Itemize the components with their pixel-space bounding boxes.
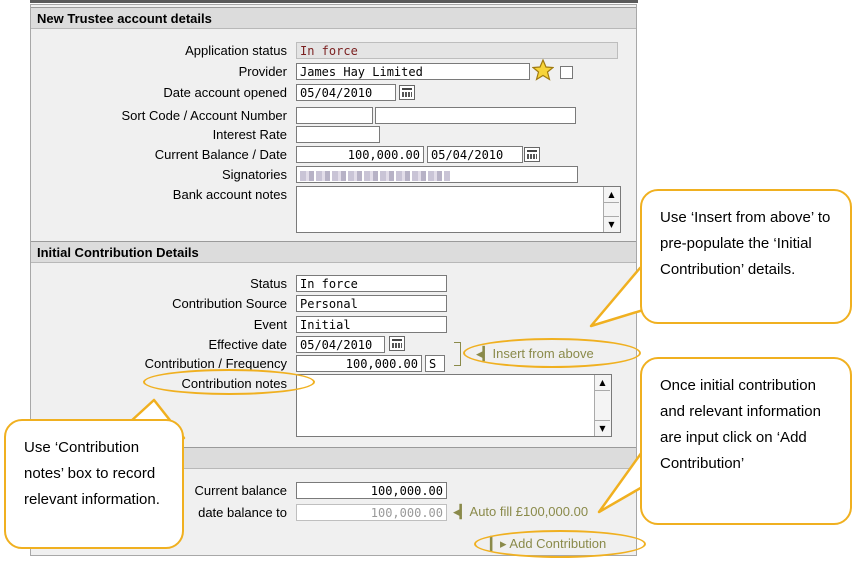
callout-contribution-notes: Use ‘Contribution notes’ box to record r… — [4, 419, 184, 549]
callout-add-contribution: Once initial contribution and relevant i… — [640, 357, 852, 525]
callout-insert-from-above: Use ‘Insert from above’ to pre-populate … — [640, 189, 852, 324]
